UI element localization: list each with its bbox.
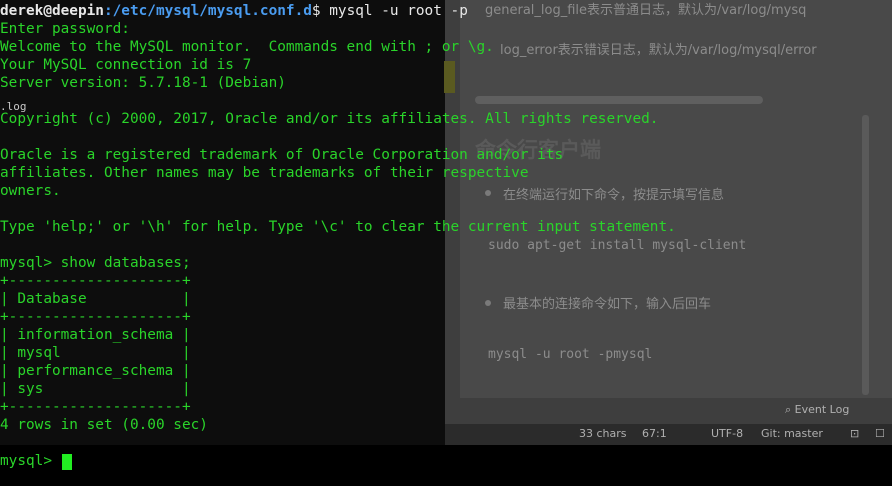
table-border: +--------------------+: [0, 309, 191, 325]
prompt-path: :/etc/mysql/mysql.conf.d: [103, 3, 312, 19]
terminal-output-line: affiliates. Other names may be trademark…: [0, 165, 529, 181]
table-header: | Database |: [0, 291, 191, 307]
terminal-output-line: Oracle is a registered trademark of Orac…: [0, 147, 564, 163]
terminal-cursor[interactable]: [62, 454, 72, 470]
table-row: | mysql |: [0, 345, 191, 361]
terminal-output-line: Welcome to the MySQL monitor. Commands e…: [0, 39, 494, 55]
terminal-window[interactable]: derek@deepin:/etc/mysql/mysql.conf.d$ my…: [0, 0, 892, 486]
shell-command: mysql -u root -p: [320, 3, 468, 19]
prompt-symbol: $: [311, 3, 321, 19]
table-row: | information_schema |: [0, 327, 191, 343]
prompt-user: derek@deepin: [0, 3, 104, 19]
table-border: +--------------------+: [0, 273, 191, 289]
table-row: | sys |: [0, 381, 191, 397]
terminal-output-line: Enter password:: [0, 21, 130, 37]
shell-command-line: derek@deepin:/etc/mysql/mysql.conf.d$ my…: [0, 2, 468, 20]
terminal-output-line: owners.: [0, 183, 61, 199]
terminal-input-area[interactable]: mysql>: [0, 445, 892, 486]
mysql-prompt: mysql>: [0, 453, 52, 469]
mysql-command-line: mysql> show databases;: [0, 255, 191, 271]
terminal-output-line: Your MySQL connection id is 7: [0, 57, 252, 73]
terminal-output-line: Server version: 5.7.18-1 (Debian): [0, 75, 286, 91]
table-border: +--------------------+: [0, 399, 191, 415]
result-summary: 4 rows in set (0.00 sec): [0, 417, 208, 433]
table-row: | performance_schema |: [0, 363, 191, 379]
terminal-output-line: Type 'help;' or '\h' for help. Type '\c'…: [0, 219, 676, 235]
terminal-output-line: Copyright (c) 2000, 2017, Oracle and/or …: [0, 111, 659, 127]
